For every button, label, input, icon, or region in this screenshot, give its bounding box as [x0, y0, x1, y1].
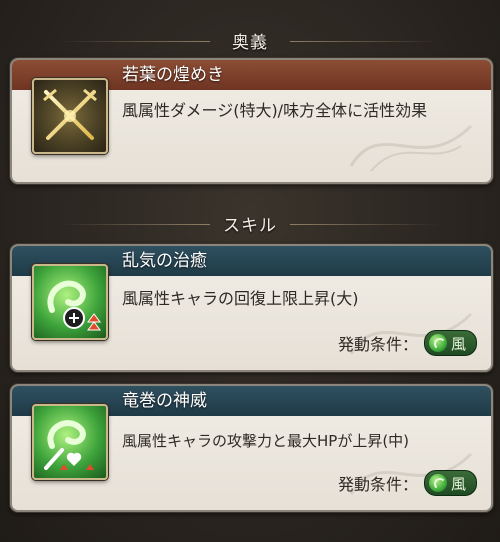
activation-condition: 発動条件： 風 [338, 470, 477, 496]
element-label: 風 [450, 474, 466, 493]
divider [290, 40, 440, 42]
skill-card[interactable]: 竜巻の神威 風属性キャラの攻撃力と最大HPが上昇(中) 発動条件： 風 [10, 384, 493, 512]
section-title: 奥義 [232, 33, 268, 53]
divider [60, 40, 210, 42]
wind-element-badge: 風 [423, 470, 477, 496]
element-label: 風 [450, 334, 466, 353]
skill-description: 風属性キャラの回復上限上昇(大) [122, 289, 359, 308]
wind-heal-cap-up-icon [32, 264, 108, 340]
skill-description: 風属性キャラの攻撃力と最大HPが上昇(中) [122, 432, 410, 450]
section-header-skill: スキル [0, 211, 500, 236]
wind-atk-hp-up-icon [32, 404, 108, 480]
divider [60, 223, 210, 225]
condition-label: 発動条件： [337, 475, 418, 494]
wind-orb-icon [428, 474, 447, 492]
wind-orb-icon [428, 334, 447, 352]
skill-card[interactable]: 乱気の治癒 風属性キャラの回復上限上昇(大) 発動条件： 風 [10, 244, 493, 372]
divider [290, 223, 440, 225]
ougi-card[interactable]: 若葉の煌めき 風属性ダメージ(特大)/味方全体に活性効果 [10, 58, 493, 184]
section-header-ougi: 奥義 [0, 28, 500, 53]
wind-element-badge: 風 [423, 330, 477, 356]
section-title: スキル [223, 216, 277, 236]
condition-label: 発動条件： [337, 335, 418, 354]
activation-condition: 発動条件： 風 [338, 330, 477, 356]
ougi-description: 風属性ダメージ(特大)/味方全体に活性効果 [122, 101, 428, 120]
crossed-swords-icon [32, 78, 108, 154]
